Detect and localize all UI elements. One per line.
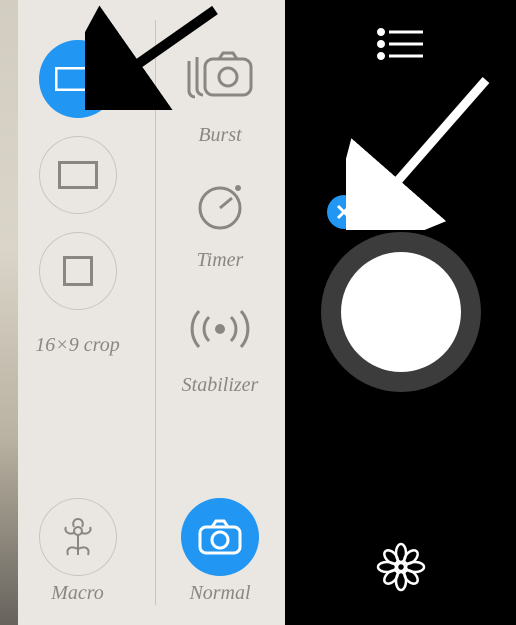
camera-icon: [181, 498, 259, 576]
normal-label: Normal: [189, 582, 250, 605]
burst-label: Burst: [198, 124, 241, 147]
aspect-square-option[interactable]: [39, 232, 117, 310]
close-icon: [336, 204, 352, 220]
aspect-wide-option[interactable]: [39, 40, 117, 118]
macro-label: Macro: [51, 582, 104, 605]
burst-stack-icon: [185, 40, 255, 118]
stabilizer-option[interactable]: Stabilizer: [182, 290, 259, 397]
aspect-169-label: 16×9 crop: [35, 334, 119, 357]
flower-icon: [376, 542, 426, 592]
timer-icon: [192, 165, 248, 243]
stabilizer-icon: [185, 290, 255, 368]
stabilizer-label: Stabilizer: [182, 374, 259, 397]
aspect-43-option[interactable]: [39, 136, 117, 214]
camera-controls-panel: [285, 0, 516, 625]
background-sliver: [0, 0, 18, 625]
aspect-169-option[interactable]: 16×9 crop: [35, 334, 119, 357]
close-button[interactable]: [327, 195, 361, 229]
timer-option[interactable]: Timer: [192, 165, 248, 272]
shutter-inner: [341, 252, 461, 372]
flower-icon: [39, 498, 117, 576]
gallery-button[interactable]: [376, 542, 426, 597]
normal-option[interactable]: Normal: [181, 498, 259, 605]
aspect-column: 16×9 crop Macro: [0, 0, 155, 625]
settings-panel: 16×9 crop Macro: [0, 0, 285, 625]
wide-rect-icon: [39, 40, 117, 118]
timer-label: Timer: [197, 249, 244, 272]
shutter-button[interactable]: [321, 232, 481, 392]
macro-option[interactable]: Macro: [39, 498, 117, 605]
menu-button[interactable]: [377, 28, 425, 65]
square-icon: [39, 232, 117, 310]
rect-43-icon: [39, 136, 117, 214]
burst-option[interactable]: Burst: [185, 40, 255, 147]
mode-column: Burst Timer St: [155, 0, 285, 625]
list-icon: [377, 28, 425, 60]
